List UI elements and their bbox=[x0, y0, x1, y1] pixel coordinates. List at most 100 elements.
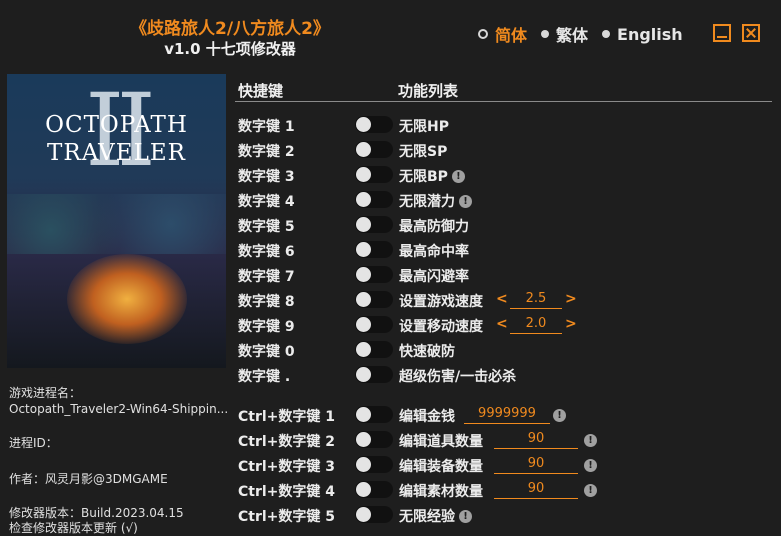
hotkey-label: 数字键 . bbox=[238, 369, 291, 385]
toggle-knob bbox=[356, 167, 371, 182]
feature-label: 无限HP bbox=[399, 119, 449, 135]
feature-toggle[interactable] bbox=[355, 241, 393, 258]
cheat-row: 数字键 2 无限SP bbox=[0, 138, 781, 163]
lang-option-simplified[interactable]: 简体 bbox=[478, 22, 527, 46]
toggle-knob bbox=[356, 482, 371, 497]
close-icon[interactable] bbox=[742, 24, 760, 42]
decrease-button[interactable]: < bbox=[496, 316, 508, 332]
hotkey-label: Ctrl+数字键 2 bbox=[238, 434, 336, 450]
header-divider bbox=[235, 101, 772, 102]
cheat-row: Ctrl+数字键 5 无限经验! bbox=[0, 503, 781, 528]
cheat-row: 数字键 3 无限BP! bbox=[0, 163, 781, 188]
feature-label: 最高闪避率 bbox=[399, 269, 469, 285]
feature-label: 编辑素材数量 bbox=[399, 484, 483, 500]
hotkey-label: 数字键 9 bbox=[238, 319, 295, 335]
toggle-knob bbox=[356, 142, 371, 157]
feature-toggle[interactable] bbox=[355, 191, 393, 208]
value-input[interactable]: 90 bbox=[494, 431, 578, 449]
hotkey-label: 数字键 0 bbox=[238, 344, 295, 360]
value-input[interactable]: 9999999 bbox=[464, 406, 550, 424]
lang-option-english[interactable]: English bbox=[602, 25, 683, 44]
feature-toggle[interactable] bbox=[355, 116, 393, 133]
feature-label: 编辑道具数量 bbox=[399, 434, 483, 450]
cheat-row: 数字键 8 设置游戏速度 <2.5 > bbox=[0, 288, 781, 313]
warning-icon: ! bbox=[584, 484, 597, 497]
radio-selected-icon[interactable] bbox=[478, 29, 488, 39]
toggle-knob bbox=[356, 117, 371, 132]
feature-toggle[interactable] bbox=[355, 366, 393, 383]
hotkey-label: 数字键 7 bbox=[238, 269, 295, 285]
features-column-header: 功能列表 bbox=[398, 82, 459, 100]
hotkey-label: Ctrl+数字键 5 bbox=[238, 509, 336, 525]
hotkey-label: Ctrl+数字键 3 bbox=[238, 459, 336, 475]
toggle-knob bbox=[356, 432, 371, 447]
feature-toggle[interactable] bbox=[355, 406, 393, 423]
cheat-row: Ctrl+数字键 4 编辑素材数量 90! bbox=[0, 478, 781, 503]
hotkey-label: 数字键 2 bbox=[238, 144, 295, 160]
feature-label: 设置移动速度 bbox=[399, 319, 483, 335]
feature-label: 最高命中率 bbox=[399, 244, 469, 260]
feature-toggle[interactable] bbox=[355, 341, 393, 358]
toggle-knob bbox=[356, 267, 371, 282]
lang-label: 繁体 bbox=[556, 26, 589, 45]
toggle-knob bbox=[356, 507, 371, 522]
toggle-knob bbox=[356, 407, 371, 422]
feature-toggle[interactable] bbox=[355, 216, 393, 233]
feature-label: 最高防御力 bbox=[399, 219, 469, 235]
hotkey-label: 数字键 3 bbox=[238, 169, 295, 185]
feature-label: 编辑金钱 bbox=[399, 409, 455, 425]
feature-toggle[interactable] bbox=[355, 431, 393, 448]
cheat-row: 数字键 . 超级伤害/一击必杀 bbox=[0, 363, 781, 388]
radio-icon[interactable] bbox=[602, 30, 611, 38]
cheat-row: 数字键 9 设置移动速度 <2.0 > bbox=[0, 313, 781, 338]
feature-toggle[interactable] bbox=[355, 456, 393, 473]
minimize-icon[interactable] bbox=[713, 24, 731, 42]
feature-toggle[interactable] bbox=[355, 316, 393, 333]
feature-toggle[interactable] bbox=[355, 166, 393, 183]
toggle-knob bbox=[356, 457, 371, 472]
feature-label: 无限潜力! bbox=[399, 191, 472, 211]
radio-icon[interactable] bbox=[541, 30, 550, 38]
feature-toggle[interactable] bbox=[355, 266, 393, 283]
feature-label: 无限SP bbox=[399, 144, 448, 160]
feature-label: 超级伤害/一击必杀 bbox=[399, 369, 517, 385]
lang-label: English bbox=[617, 24, 683, 44]
app-title: 《歧路旅人2/八方旅人2》 bbox=[130, 19, 330, 39]
feature-label: 快速破防 bbox=[399, 344, 455, 360]
cheat-row: 数字键 1 无限HP bbox=[0, 113, 781, 138]
warning-icon: ! bbox=[553, 409, 566, 422]
value-display: 2.0 bbox=[510, 316, 562, 334]
language-selector: 简体 繁体 English bbox=[478, 22, 697, 46]
toggle-knob bbox=[356, 217, 371, 232]
hotkey-label: 数字键 6 bbox=[238, 244, 295, 260]
decrease-button[interactable]: < bbox=[496, 291, 508, 307]
toggle-knob bbox=[356, 192, 371, 207]
value-input[interactable]: 90 bbox=[494, 456, 578, 474]
feature-label: 编辑装备数量 bbox=[399, 459, 483, 475]
toggle-knob bbox=[356, 367, 371, 382]
app-subtitle: v1.0 十七项修改器 bbox=[164, 40, 296, 58]
cheat-row: Ctrl+数字键 2 编辑道具数量 90! bbox=[0, 428, 781, 453]
toggle-knob bbox=[356, 317, 371, 332]
value-input[interactable]: 90 bbox=[494, 481, 578, 499]
hotkey-column-header: 快捷键 bbox=[238, 82, 284, 100]
lang-option-traditional[interactable]: 繁体 bbox=[541, 22, 588, 46]
cheat-row: 数字键 0 快速破防 bbox=[0, 338, 781, 363]
feature-toggle[interactable] bbox=[355, 141, 393, 158]
feature-toggle[interactable] bbox=[355, 291, 393, 308]
increase-button[interactable]: > bbox=[565, 316, 577, 332]
toggle-knob bbox=[356, 342, 371, 357]
warning-icon: ! bbox=[459, 510, 472, 523]
increase-button[interactable]: > bbox=[565, 291, 577, 307]
hotkey-label: 数字键 4 bbox=[238, 194, 295, 210]
feature-label: 无限经验! bbox=[399, 506, 472, 526]
feature-label: 无限BP! bbox=[399, 166, 465, 186]
feature-toggle[interactable] bbox=[355, 506, 393, 523]
warning-icon: ! bbox=[584, 434, 597, 447]
cheat-row: Ctrl+数字键 3 编辑装备数量 90! bbox=[0, 453, 781, 478]
cheat-row: 数字键 4 无限潜力! bbox=[0, 188, 781, 213]
feature-toggle[interactable] bbox=[355, 481, 393, 498]
hotkey-label: 数字键 5 bbox=[238, 219, 295, 235]
hotkey-label: Ctrl+数字键 1 bbox=[238, 409, 336, 425]
value-display: 2.5 bbox=[510, 291, 562, 309]
